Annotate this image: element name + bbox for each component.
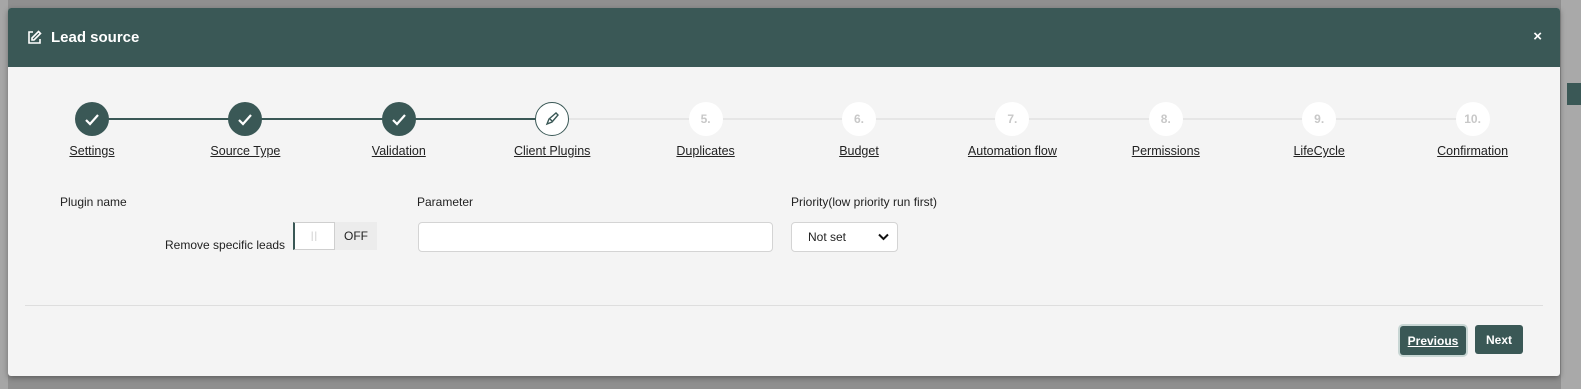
priority-selected-value: Not set xyxy=(808,230,847,244)
step-budget[interactable]: 6. Budget xyxy=(789,102,929,158)
step-label[interactable]: Confirmation xyxy=(1403,144,1543,158)
backdrop-edge-left xyxy=(0,0,8,389)
step-settings[interactable]: Settings xyxy=(22,102,162,158)
step-lifecycle[interactable]: 9. LifeCycle xyxy=(1249,102,1389,158)
step-label[interactable]: Budget xyxy=(789,144,929,158)
pencil-icon xyxy=(535,102,570,136)
step-number: 5. xyxy=(688,102,723,136)
step-label[interactable]: LifeCycle xyxy=(1249,144,1389,158)
backdrop-edge-right xyxy=(1561,0,1581,389)
step-validation[interactable]: Validation xyxy=(329,102,469,158)
checkmark-icon xyxy=(228,102,263,136)
checkmark-icon xyxy=(381,102,416,136)
modal-title: Lead source xyxy=(51,29,140,46)
step-label[interactable]: Validation xyxy=(329,144,469,158)
step-label[interactable]: Source Type xyxy=(175,144,315,158)
step-source-type[interactable]: Source Type xyxy=(175,102,315,158)
column-header-plugin-name: Plugin name xyxy=(60,195,127,209)
step-label[interactable]: Client Plugins xyxy=(482,144,622,158)
chevron-down-icon xyxy=(878,233,889,241)
modal-header: Lead source × xyxy=(8,8,1560,67)
toggle-knob[interactable]: || xyxy=(293,222,335,250)
footer-divider xyxy=(25,305,1543,306)
column-header-parameter: Parameter xyxy=(417,195,474,209)
step-number: 9. xyxy=(1302,102,1337,136)
step-duplicates[interactable]: 5. Duplicates xyxy=(636,102,776,158)
edit-icon xyxy=(26,29,43,46)
step-number: 7. xyxy=(995,102,1030,136)
step-client-plugins[interactable]: Client Plugins xyxy=(482,102,622,158)
previous-button[interactable]: Previous xyxy=(1400,326,1466,355)
parameter-input[interactable] xyxy=(418,222,773,252)
plugins-table: Plugin name Parameter Priority(low prior… xyxy=(8,179,1560,299)
checkmark-icon xyxy=(75,102,109,136)
priority-select[interactable]: Not set xyxy=(791,222,898,252)
plugin-name-label: Remove specific leads xyxy=(165,238,286,252)
step-automation-flow[interactable]: 7. Automation flow xyxy=(942,102,1082,158)
lead-source-modal: Lead source × Settings Source Type Validat… xyxy=(8,8,1560,376)
step-confirmation[interactable]: 10. Confirmation xyxy=(1403,102,1543,158)
step-permissions[interactable]: 8. Permissions xyxy=(1096,102,1236,158)
step-number: 6. xyxy=(842,102,876,136)
step-label[interactable]: Duplicates xyxy=(636,144,776,158)
step-label[interactable]: Permissions xyxy=(1096,144,1236,158)
step-label[interactable]: Settings xyxy=(22,144,162,158)
toggle-state-label: OFF xyxy=(335,222,377,250)
step-label[interactable]: Automation flow xyxy=(942,144,1082,158)
plugin-enabled-toggle[interactable]: || OFF xyxy=(293,222,377,250)
backdrop-chip xyxy=(1567,83,1581,105)
step-number: 8. xyxy=(1148,102,1183,136)
close-button[interactable]: × xyxy=(1533,28,1542,45)
wizard-stepper: Settings Source Type Validation Client Plug… xyxy=(8,67,1560,179)
next-button[interactable]: Next xyxy=(1475,325,1523,354)
step-number: 10. xyxy=(1455,102,1490,136)
column-header-priority: Priority(low priority run first) xyxy=(791,195,938,209)
